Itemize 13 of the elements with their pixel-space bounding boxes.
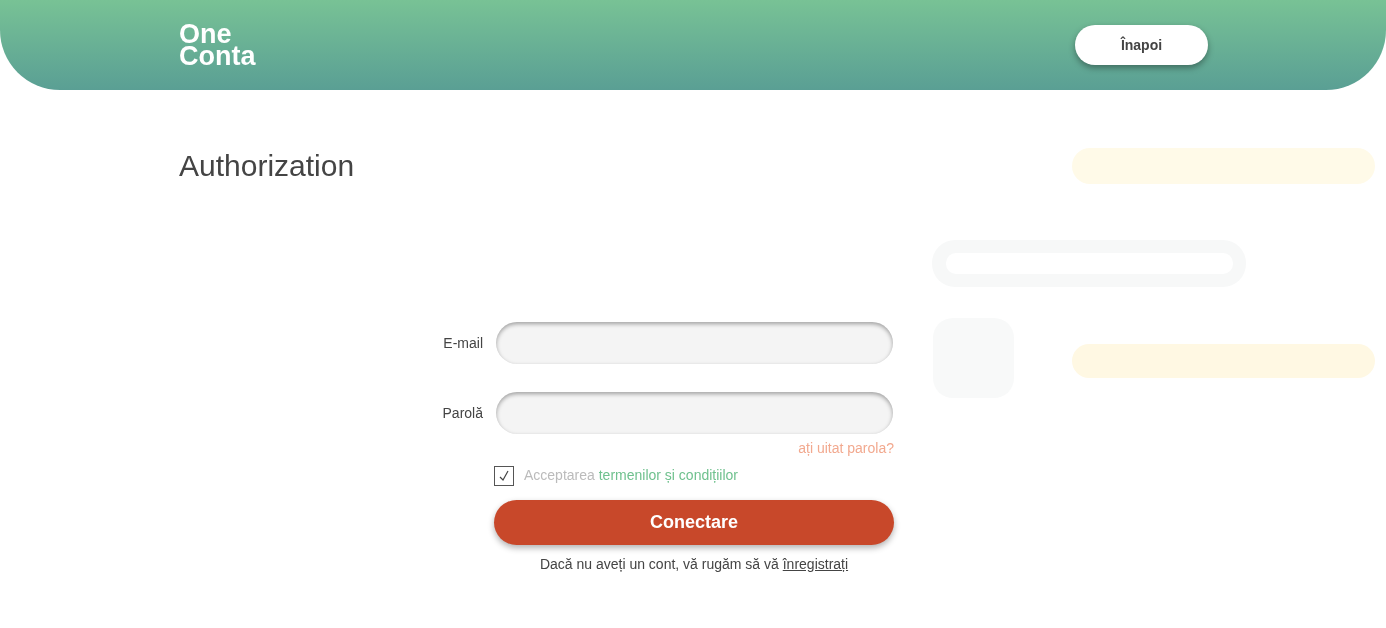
terms-checkbox[interactable] <box>494 465 514 486</box>
register-link[interactable]: înregistrați <box>782 556 849 572</box>
terms-label: Acceptarea termenilor și condițiilor <box>524 466 738 485</box>
check-icon <box>498 469 510 482</box>
field-label: Parolă <box>441 403 483 423</box>
page-title: Authorization <box>179 148 355 184</box>
connect-button[interactable]: Conectare <box>494 500 894 545</box>
back-button[interactable]: Înapoi <box>1075 25 1208 65</box>
logo: One Conta <box>179 23 256 67</box>
register-prompt: Dacă nu aveți un cont, vă rugăm să vă înregistrați <box>538 555 850 574</box>
field-label: E-mail <box>442 333 483 353</box>
input-field[interactable] <box>496 322 893 364</box>
input-field[interactable] <box>496 392 893 434</box>
